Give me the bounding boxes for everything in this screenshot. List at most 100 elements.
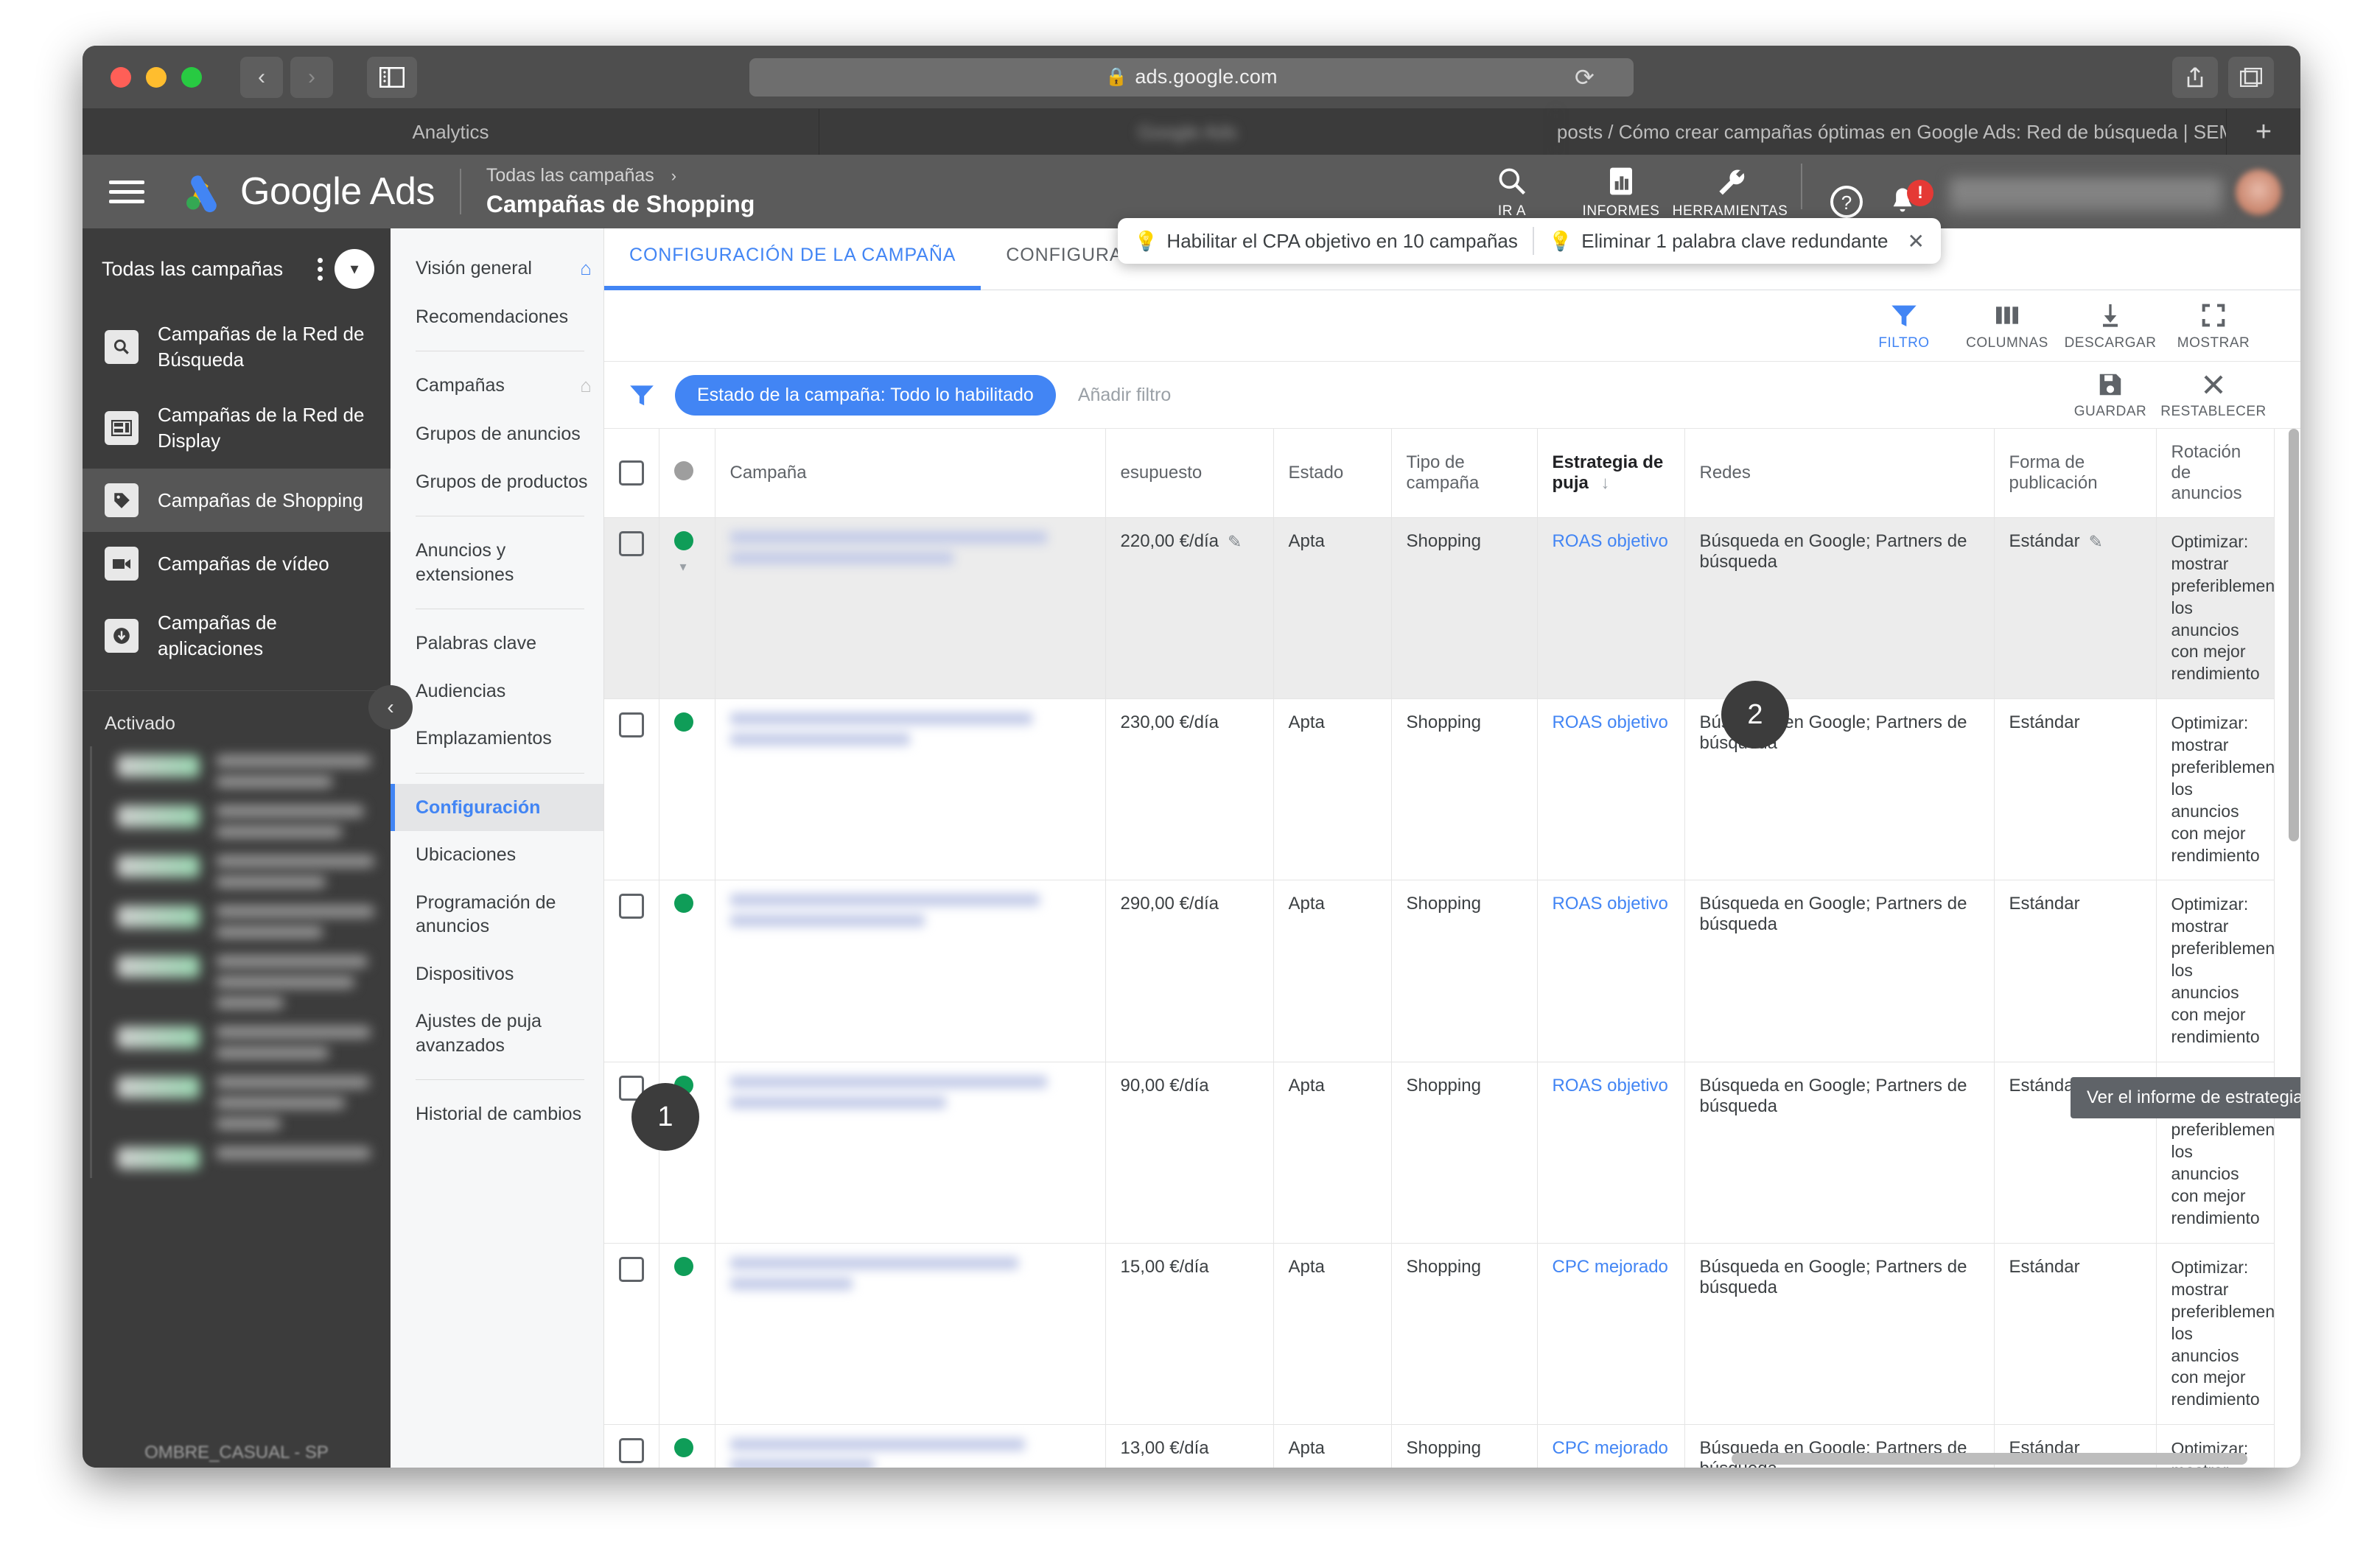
row-checkbox-cell[interactable] (604, 698, 659, 881)
sidebar-item-grupos-de-productos[interactable]: Grupos de productos (391, 458, 603, 506)
estado-header[interactable]: Estado (1273, 429, 1392, 518)
row-checkbox[interactable] (619, 1256, 644, 1282)
home-icon[interactable]: ⌂ (580, 374, 592, 399)
budget-cell[interactable]: 15,00 €/día (1105, 1243, 1274, 1426)
sidebar-item-dispositivos[interactable]: Dispositivos (391, 950, 603, 998)
table-row[interactable]: ▾ 220,00 €/día ✎ Apta Shopping ROAS objet… (604, 517, 2275, 700)
ad-rotation-header[interactable]: Rotación de anuncios (2156, 429, 2275, 518)
row-checkbox[interactable] (619, 712, 644, 738)
help-question-icon[interactable]: ? (1819, 184, 1875, 220)
address-bar[interactable]: 🔒 ads.google.com (749, 57, 1634, 97)
sidebar-item-shopping-campaigns[interactable]: Campañas de Shopping (83, 469, 391, 533)
row-status-cell[interactable] (659, 1243, 715, 1426)
bid-strategy-cell[interactable]: CPC mejorado (1537, 1243, 1685, 1426)
campaign-name-cell[interactable] (715, 1062, 1106, 1244)
row-status-cell[interactable]: ▾ (659, 517, 715, 700)
sidebar-item-recomendaciones[interactable]: Recomendaciones (391, 293, 603, 341)
campaign-name-cell[interactable] (715, 698, 1106, 881)
bid-strategy-cell[interactable]: ROAS objetivo (1537, 698, 1685, 881)
campaign-name-cell[interactable] (715, 1243, 1106, 1426)
horizontal-scrollbar[interactable] (1732, 1453, 2247, 1465)
campaign-name-cell[interactable] (715, 517, 1106, 700)
chevron-down-icon[interactable]: ▾ (335, 249, 374, 289)
hamburger-menu-icon[interactable] (109, 175, 144, 209)
window-controls[interactable] (111, 66, 202, 88)
campaign-type-header[interactable]: Tipo de campaña (1391, 429, 1538, 518)
list-item[interactable] (90, 946, 391, 1017)
row-status-cell[interactable] (659, 880, 715, 1062)
table-row[interactable]: 230,00 €/día Apta Shopping ROAS objetivo… (604, 698, 2275, 881)
close-window-button[interactable] (111, 66, 131, 88)
budget-header[interactable]: esupuesto (1105, 429, 1274, 518)
row-checkbox[interactable] (619, 1438, 644, 1464)
recommendations-notification-bar[interactable]: 💡 Habilitar el CPA objetivo en 10 campañ… (1118, 218, 1941, 264)
delivery-method-header[interactable]: Forma de publicación (1994, 429, 2157, 518)
tab-campaign-settings[interactable]: CONFIGURACIÓN DE LA CAMPAÑA (604, 228, 981, 290)
sidebar-item-grupos-de-anuncios[interactable]: Grupos de anuncios (391, 410, 603, 458)
table-row[interactable]: 90,00 €/día Apta Shopping ROAS objetivo … (604, 1062, 2275, 1244)
reset-button[interactable]: RESTABLECER (2160, 371, 2266, 420)
select-all-checkbox[interactable] (619, 460, 644, 486)
share-icon[interactable] (2172, 56, 2218, 98)
list-item[interactable] (90, 1138, 391, 1178)
bid-strategy-cell[interactable]: CPC mejorado (1537, 1424, 1685, 1468)
budget-cell[interactable]: 230,00 €/día (1105, 698, 1274, 881)
row-checkbox-cell[interactable] (604, 517, 659, 700)
new-tab-button[interactable]: + (2227, 109, 2300, 155)
notifications-bell-icon[interactable]: ! (1875, 180, 1933, 220)
vertical-scrollbar[interactable] (2289, 429, 2299, 841)
filter-bar-actions[interactable]: GUARDAR RESTABLECER (2059, 371, 2266, 420)
browser-tab-my-posts[interactable]: My posts / Cómo crear campañas óptimas e… (1556, 109, 2227, 155)
notification-item-1[interactable]: Habilitar el CPA objetivo en 10 campañas (1166, 230, 1517, 253)
reload-button[interactable]: ⟳ (1575, 63, 1595, 91)
bid-strategy-cell[interactable]: ROAS objetivo (1537, 880, 1685, 1062)
columns-button[interactable]: COLUMNAS (1956, 301, 2059, 351)
minimize-window-button[interactable] (146, 66, 167, 88)
table-row[interactable]: 15,00 €/día Apta Shopping CPC mejorado B… (604, 1243, 2275, 1426)
sidebar-item-ajustes-de-puja-avanzados[interactable]: Ajustes de puja avanzados (391, 998, 603, 1069)
tools-button[interactable]: HERRAMIENTAS (1673, 165, 1788, 220)
row-checkbox-cell[interactable] (604, 880, 659, 1062)
titlebar-right-buttons[interactable] (2172, 56, 2274, 98)
browser-tab-google-ads[interactable]: Google Ads (819, 109, 1556, 155)
more-vertical-icon[interactable] (318, 254, 323, 284)
campaigns-table-wrapper[interactable]: Campaña esupuesto Estado Tipo de campaña… (604, 429, 2300, 1468)
sidebar-item-display-campaigns[interactable]: Campañas de la Red de Display (83, 388, 391, 469)
sidebar-item-configuracion[interactable]: Configuración (391, 783, 603, 832)
breadcrumb-parent-row[interactable]: Todas las campañas › (486, 164, 755, 187)
row-checkbox-cell[interactable] (604, 1424, 659, 1468)
forward-button[interactable]: › (290, 56, 333, 98)
delivery-method-cell[interactable]: Estándar ✎ (1994, 517, 2157, 700)
sidebar-item-audiencias[interactable]: Audiencias (391, 667, 603, 715)
sidebar-item-programacion-de-anuncios[interactable]: Programación de anuncios (391, 879, 603, 950)
add-filter-button[interactable]: Añadir filtro (1078, 385, 1171, 406)
delivery-method-cell[interactable]: Estándar (1994, 698, 2157, 881)
download-button[interactable]: DESCARGAR (2059, 301, 2162, 351)
row-checkbox[interactable] (619, 531, 644, 556)
campaign-name-cell[interactable] (715, 880, 1106, 1062)
notification-item-2[interactable]: Eliminar 1 palabra clave redundante (1581, 230, 1888, 253)
save-button[interactable]: GUARDAR (2059, 371, 2162, 420)
sidebar-item-historial-de-cambios[interactable]: Historial de cambios (391, 1090, 603, 1138)
sidebar-item-campanas[interactable]: Campañas ⌂ (391, 362, 603, 410)
sidebar-item-vision-general[interactable]: Visión general ⌂ (391, 245, 603, 293)
row-status-cell[interactable] (659, 1424, 715, 1468)
bid-strategy-cell[interactable]: ROAS objetivo (1537, 517, 1685, 700)
row-checkbox[interactable] (619, 894, 644, 919)
back-button[interactable]: ‹ (240, 56, 283, 98)
avatar[interactable] (2236, 169, 2281, 215)
list-item[interactable] (90, 846, 391, 897)
budget-cell[interactable]: 290,00 €/día (1105, 880, 1274, 1062)
navigation-buttons[interactable]: ‹ › (240, 56, 333, 98)
list-item[interactable] (90, 796, 391, 847)
sidebar-item-app-campaigns[interactable]: Campañas de aplicaciones (83, 595, 391, 676)
browser-tabstrip[interactable]: Analytics Google Ads My posts / Cómo cre… (83, 109, 2300, 155)
table-row[interactable]: 290,00 €/día Apta Shopping ROAS objetivo… (604, 880, 2275, 1062)
budget-cell[interactable]: 220,00 €/día ✎ (1105, 517, 1274, 700)
sidebar-item-emplazamientos[interactable]: Emplazamientos (391, 715, 603, 763)
budget-cell[interactable]: 90,00 €/día (1105, 1062, 1274, 1244)
home-icon[interactable]: ⌂ (580, 256, 592, 281)
chevron-left-icon[interactable]: ‹ (368, 685, 413, 729)
sidebar-toggle-icon[interactable] (367, 56, 417, 98)
maximize-window-button[interactable] (181, 66, 202, 88)
